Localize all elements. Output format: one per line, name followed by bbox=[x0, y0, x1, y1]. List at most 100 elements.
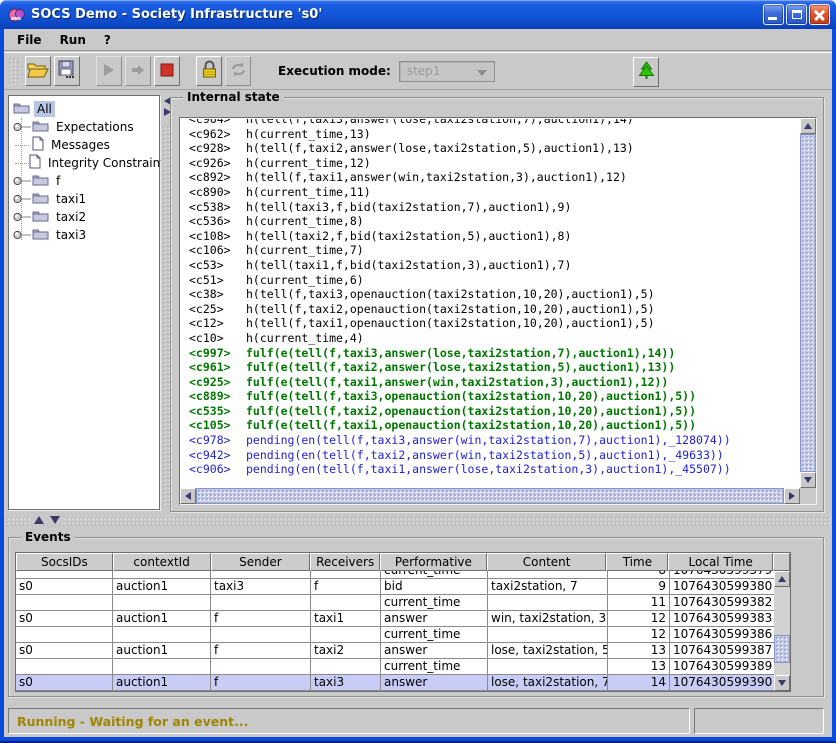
column-header-receivers[interactable]: Receivers bbox=[310, 553, 380, 571]
events-row[interactable]: current_time121076430599386 bbox=[16, 627, 775, 643]
events-row[interactable]: s0auction1ftaxi2answerlose, taxi2station… bbox=[16, 643, 775, 659]
state-line-code: <c53> bbox=[189, 258, 246, 273]
events-row[interactable]: s0auction1ftaxi3answerlose, taxi2station… bbox=[16, 675, 775, 691]
tree-item-f[interactable]: f bbox=[9, 172, 159, 190]
minimize-icon bbox=[768, 17, 777, 20]
events-table: SocsIDscontextIdSenderReceiversPerformat… bbox=[15, 552, 791, 692]
scroll-up-button[interactable] bbox=[774, 571, 790, 587]
lock-button[interactable] bbox=[196, 56, 222, 86]
horizontal-scrollbar-thumb[interactable] bbox=[196, 488, 784, 504]
window-controls bbox=[763, 4, 830, 25]
state-line-text: h(current_time,13) bbox=[246, 127, 371, 141]
events-cell: 13 bbox=[608, 659, 670, 675]
folder-icon bbox=[32, 119, 49, 135]
minimize-button[interactable] bbox=[763, 4, 784, 25]
events-scrollbar-thumb[interactable] bbox=[774, 635, 790, 663]
execution-mode-value: step1 bbox=[407, 64, 441, 78]
title-bar[interactable]: SOCS Demo - Society Infrastructure 's0' bbox=[0, 0, 836, 29]
tree-item-messages[interactable]: Messages bbox=[9, 136, 159, 154]
horizontal-split-divider[interactable] bbox=[4, 514, 832, 528]
folder-icon bbox=[32, 191, 49, 207]
events-row[interactable]: current_time111076430599382 bbox=[16, 595, 775, 611]
events-cell: current_time bbox=[381, 571, 488, 579]
close-button[interactable] bbox=[809, 4, 830, 25]
state-line-c962: <c962>h(current_time,13) bbox=[189, 127, 799, 142]
tree-item-expectations[interactable]: Expectations bbox=[9, 118, 159, 136]
state-line-text: h(tell(f,taxi1,answer(win,taxi2station,3… bbox=[246, 170, 627, 184]
tree-item-label: All bbox=[34, 101, 55, 117]
save-button[interactable] bbox=[54, 56, 80, 86]
society-tree-button[interactable] bbox=[633, 57, 659, 87]
open-folder-icon bbox=[27, 61, 49, 81]
stop-button[interactable] bbox=[154, 56, 180, 86]
expand-knob-icon[interactable] bbox=[13, 212, 32, 222]
tree-item-integrity-constraints[interactable]: Integrity Constraints bbox=[9, 154, 159, 172]
tree-item-taxi3[interactable]: taxi3 bbox=[9, 226, 159, 244]
toolbar-drag-handle[interactable] bbox=[8, 57, 19, 85]
open-button[interactable] bbox=[25, 56, 51, 86]
tree-item-taxi1[interactable]: taxi1 bbox=[9, 190, 159, 208]
maximize-icon bbox=[792, 10, 802, 19]
horizontal-scrollbar[interactable] bbox=[180, 488, 800, 504]
events-cell: taxi1 bbox=[311, 611, 381, 627]
chevron-down-icon bbox=[477, 70, 487, 76]
menu-help[interactable]: ? bbox=[97, 31, 118, 49]
window-border-bottom bbox=[0, 737, 836, 743]
state-line-code: <c105> bbox=[189, 418, 246, 433]
state-line-text: h(current_time,4) bbox=[246, 331, 364, 345]
scroll-up-button[interactable] bbox=[800, 118, 816, 134]
state-line-code: <c978> bbox=[189, 433, 246, 448]
events-cell: 1076430599387 bbox=[670, 643, 775, 659]
events-vertical-scrollbar[interactable] bbox=[774, 571, 790, 691]
scroll-left-button[interactable] bbox=[180, 488, 196, 504]
maximize-button[interactable] bbox=[786, 4, 807, 25]
expand-knob-icon[interactable] bbox=[13, 194, 32, 204]
tree-item-taxi2[interactable]: taxi2 bbox=[9, 208, 159, 226]
close-icon bbox=[813, 8, 826, 21]
arrow-down-icon bbox=[778, 680, 786, 686]
arrow-left-icon bbox=[185, 492, 191, 500]
column-header-performative[interactable]: Performative bbox=[380, 553, 487, 571]
column-header-time[interactable]: Time bbox=[606, 553, 668, 571]
state-line-code: <c890> bbox=[189, 185, 246, 200]
column-header-socsids[interactable]: SocsIDs bbox=[16, 553, 113, 571]
state-line-c536: <c536>h(current_time,8) bbox=[189, 214, 799, 229]
events-cell: s0 bbox=[16, 611, 113, 627]
collapse-down-icon[interactable] bbox=[50, 516, 60, 524]
state-line-code: <c10> bbox=[189, 331, 246, 346]
column-header-contextid[interactable]: contextId bbox=[113, 553, 211, 571]
state-line-c928: <c928>h(tell(f,taxi2,answer(lose,taxi2st… bbox=[189, 141, 799, 156]
state-line-c51: <c51>h(current_time,6) bbox=[189, 273, 799, 288]
state-line-text: h(current_time,7) bbox=[246, 243, 364, 257]
tree-branch-line bbox=[13, 163, 29, 164]
vertical-scrollbar[interactable] bbox=[800, 118, 816, 488]
scroll-right-button[interactable] bbox=[784, 488, 800, 504]
scroll-down-button[interactable] bbox=[774, 675, 790, 691]
column-header-local-time[interactable]: Local Time bbox=[668, 553, 773, 571]
tree-item-label: Integrity Constraints bbox=[45, 155, 174, 171]
state-line-text: fulf(e(tell(f,taxi1,openauction(taxi2sta… bbox=[246, 418, 696, 432]
vertical-scrollbar-thumb[interactable] bbox=[800, 134, 816, 472]
collapse-up-icon[interactable] bbox=[34, 516, 44, 524]
events-cell: f bbox=[211, 611, 311, 627]
state-line-text: h(tell(taxi2,f,bid(taxi2station,5),aucti… bbox=[246, 229, 571, 243]
events-row[interactable]: current_time131076430599389 bbox=[16, 659, 775, 675]
internal-state-textarea[interactable]: <c964>h(tell(f,taxi3,answer(lose,taxi2st… bbox=[181, 119, 799, 487]
expand-knob-icon[interactable] bbox=[13, 122, 32, 132]
state-line-code: <c961> bbox=[189, 360, 246, 375]
menu-file[interactable]: File bbox=[10, 31, 49, 49]
state-line-c890: <c890>h(current_time,11) bbox=[189, 185, 799, 200]
state-line-text: h(tell(taxi1,f,bid(taxi2station,3),aucti… bbox=[246, 258, 571, 272]
tree-item-all[interactable]: All bbox=[9, 100, 159, 118]
expand-knob-icon[interactable] bbox=[13, 230, 32, 240]
events-cell: f bbox=[311, 579, 381, 595]
events-row[interactable]: current_time81076430599379 bbox=[16, 571, 775, 579]
column-header-sender[interactable]: Sender bbox=[211, 553, 311, 571]
menu-run[interactable]: Run bbox=[53, 31, 93, 49]
column-header-content[interactable]: Content bbox=[487, 553, 607, 571]
scroll-down-button[interactable] bbox=[800, 472, 816, 488]
events-row[interactable]: s0auction1ftaxi1answerwin, taxi2station,… bbox=[16, 611, 775, 627]
events-row[interactable]: s0auction1taxi3fbidtaxi2station, 7910764… bbox=[16, 579, 775, 595]
events-cell bbox=[16, 571, 113, 579]
expand-knob-icon[interactable] bbox=[13, 176, 32, 186]
